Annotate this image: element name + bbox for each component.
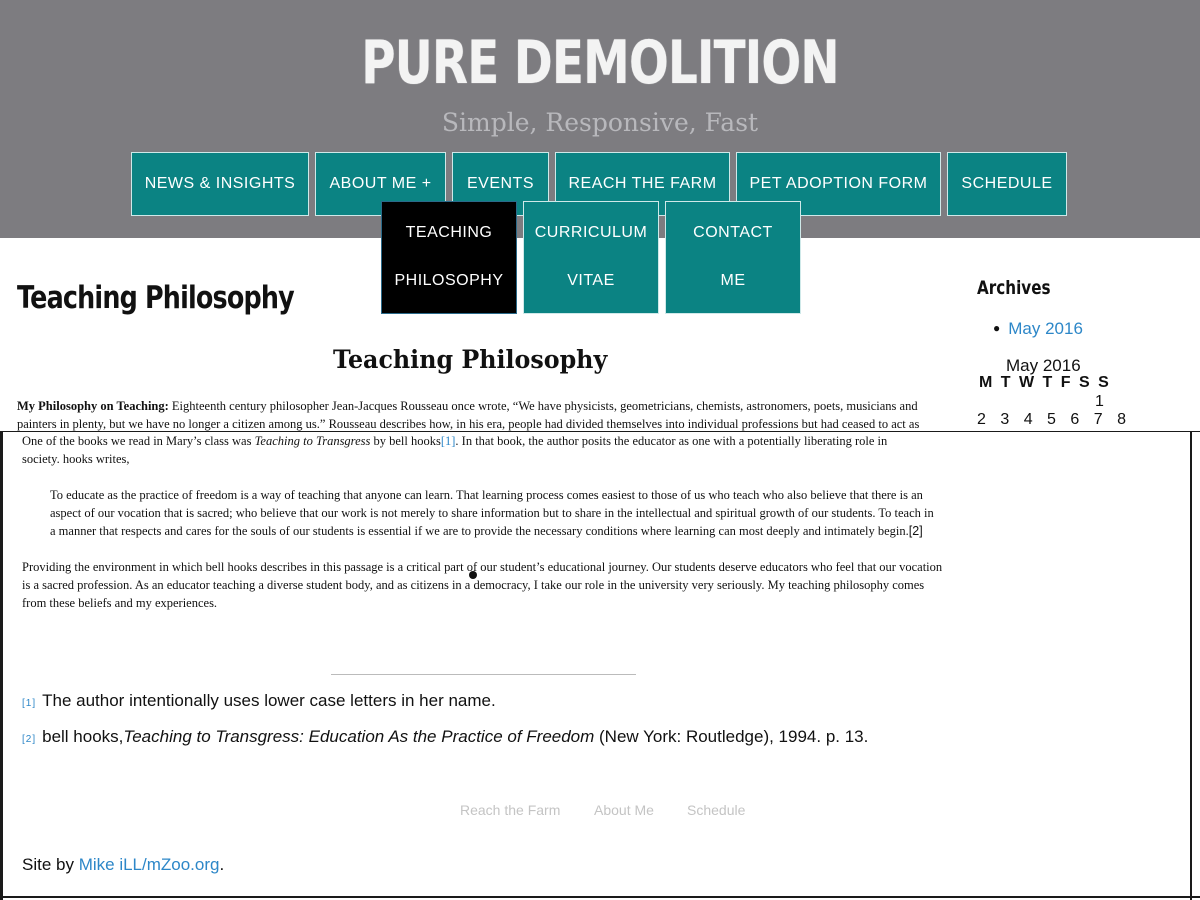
paragraph-book-intro: One of the books we read in Mary’s class… [22, 432, 922, 468]
paragraph-text: One of the books we read in Mary’s class… [22, 434, 255, 448]
paragraph-conclusion: Providing the environment in which bell … [22, 560, 943, 610]
nav-item-schedule[interactable]: SCHEDULE [947, 152, 1067, 216]
quote-text: To educate as the practice of freedom is… [50, 488, 934, 538]
submenu-label-line1: CONTACT [693, 224, 773, 241]
footnote-text: (New York: Routledge), 1994. p. 13. [594, 727, 869, 746]
submenu-label-line1: TEACHING [405, 224, 493, 241]
article-title: Teaching Philosophy [333, 345, 608, 374]
footer-link-reach-the-farm[interactable]: Reach the Farm [460, 802, 560, 818]
site-tagline: Simple, Responsive, Fast [441, 108, 759, 137]
footnote-backlink-1[interactable]: [1] [22, 698, 36, 709]
footnotes-divider [331, 674, 636, 675]
book-title: Teaching to Transgress [254, 434, 371, 448]
site-title[interactable]: PURE DEMOLITION [132, 28, 1068, 98]
screenshot-border-bottom [0, 896, 1200, 898]
calendar-weekday-header: M T W T F S S [979, 374, 1111, 391]
footnote-text: bell hooks, [42, 727, 124, 746]
footnote-book-title: Teaching to Transgress: Education As the… [123, 727, 595, 746]
bullet-icon: ● [993, 321, 1001, 335]
footnote-backlink-2[interactable]: [2] [22, 734, 36, 745]
footnote-marker-2: [2] [908, 524, 923, 538]
site-credit: Site by Mike iLL/mZoo.org. [22, 855, 224, 875]
footnote-link-1[interactable]: [1] [441, 434, 456, 448]
submenu-item-contact-me[interactable]: CONTACT ME [665, 201, 801, 314]
footnote-2: [2] bell hooks,Teaching to Transgress: Ed… [22, 727, 868, 747]
nav-item-news-insights[interactable]: NEWS & INSIGHTS [131, 152, 309, 216]
credit-link[interactable]: Mike iLL/mZoo.org [79, 855, 220, 874]
submenu-label-line1: CURRICULUM [534, 224, 648, 241]
page-title: Teaching Philosophy [17, 280, 295, 316]
paragraph-philosophy: My Philosophy on Teaching: Eighteenth ce… [17, 397, 922, 433]
calendar-day-1: 1 [1095, 393, 1104, 410]
footer-link-about-me[interactable]: About Me [594, 802, 654, 818]
calendar-caption: May 2016 [1006, 356, 1081, 375]
archive-item: ● May 2016 [993, 319, 1083, 339]
calendar-week-row: 2 3 4 5 6 7 8 [977, 411, 1131, 428]
screenshot-border-left [0, 432, 3, 900]
submenu-label-line2: VITAE [567, 272, 615, 289]
footnote-text: The author intentionally uses lower case… [42, 691, 496, 710]
archives-title: Archives [977, 277, 1051, 299]
submenu-item-curriculum-vitae[interactable]: CURRICULUM VITAE [523, 201, 659, 314]
archive-link-may-2016[interactable]: May 2016 [1008, 319, 1083, 338]
submenu-label-line2: PHILOSOPHY [394, 272, 504, 289]
block-quote: To educate as the practice of freedom is… [50, 486, 935, 540]
credit-suffix: . [219, 855, 225, 874]
credit-prefix: Site by [22, 855, 79, 874]
submenu-label-line2: ME [720, 272, 746, 289]
footnote-1: [1] The author intentionally uses lower c… [22, 691, 496, 711]
footer-link-schedule[interactable]: Schedule [687, 802, 745, 818]
paragraph-text: by bell hooks [370, 434, 441, 448]
screenshot-border-right [1190, 432, 1192, 900]
paragraph-lead: My Philosophy on Teaching: [17, 399, 169, 413]
submenu-item-teaching-philosophy[interactable]: TEACHING PHILOSOPHY [381, 201, 517, 314]
cursor-dot [469, 571, 477, 579]
